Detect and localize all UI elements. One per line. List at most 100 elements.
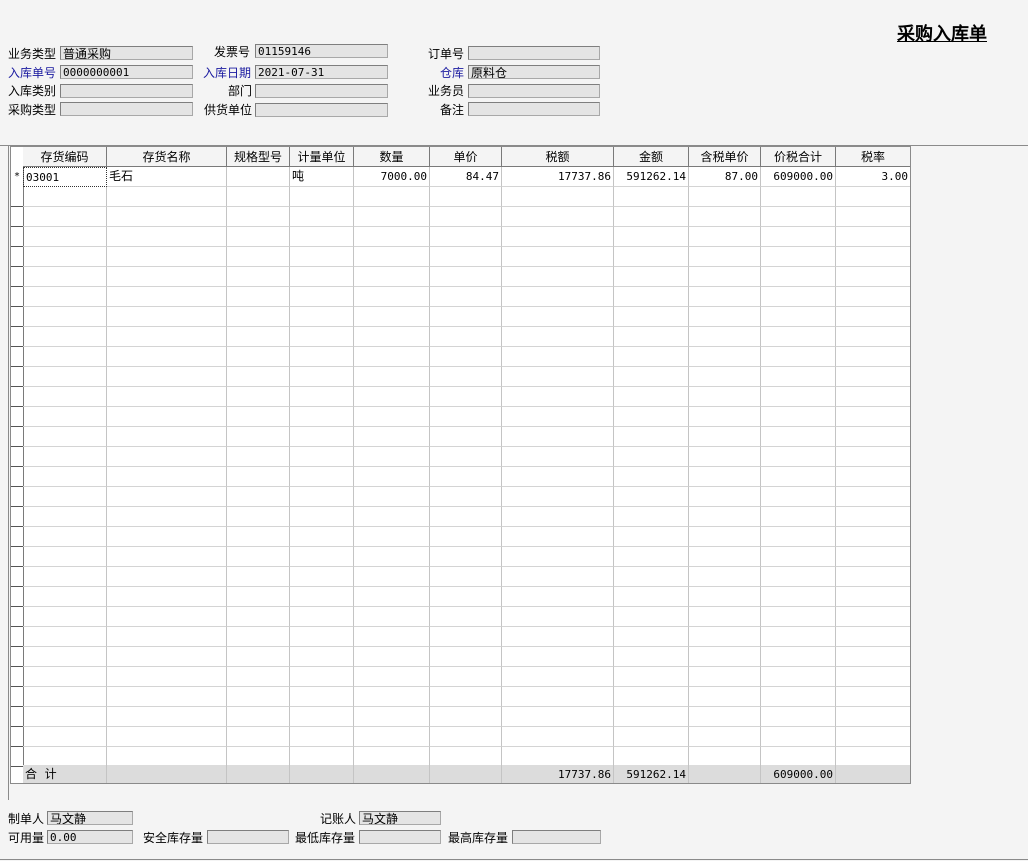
- empty-cell[interactable]: [836, 467, 910, 487]
- empty-cell[interactable]: [689, 347, 761, 367]
- empty-cell[interactable]: [23, 687, 107, 707]
- empty-cell[interactable]: [23, 647, 107, 667]
- empty-cell[interactable]: [502, 627, 614, 647]
- empty-cell[interactable]: [227, 467, 290, 487]
- empty-cell[interactable]: [430, 527, 502, 547]
- empty-row[interactable]: [23, 247, 910, 267]
- empty-cell[interactable]: [502, 607, 614, 627]
- empty-cell[interactable]: [430, 647, 502, 667]
- supplier-field[interactable]: [255, 103, 388, 117]
- empty-cell[interactable]: [836, 307, 910, 327]
- empty-cell[interactable]: [502, 587, 614, 607]
- empty-cell[interactable]: [430, 487, 502, 507]
- empty-cell[interactable]: [614, 707, 689, 727]
- empty-cell[interactable]: [430, 387, 502, 407]
- empty-row[interactable]: [23, 527, 910, 547]
- empty-cell[interactable]: [689, 307, 761, 327]
- empty-cell[interactable]: [430, 667, 502, 687]
- empty-cell[interactable]: [227, 547, 290, 567]
- col-header-total[interactable]: 价税合计: [761, 147, 836, 167]
- empty-cell[interactable]: [23, 247, 107, 267]
- empty-cell[interactable]: [354, 487, 430, 507]
- empty-cell[interactable]: [689, 567, 761, 587]
- empty-cell[interactable]: [290, 567, 354, 587]
- empty-cell[interactable]: [354, 247, 430, 267]
- empty-cell[interactable]: [836, 667, 910, 687]
- empty-cell[interactable]: [354, 387, 430, 407]
- empty-cell[interactable]: [761, 547, 836, 567]
- empty-cell[interactable]: [227, 207, 290, 227]
- empty-cell[interactable]: [761, 747, 836, 767]
- empty-cell[interactable]: [761, 507, 836, 527]
- empty-row[interactable]: [23, 347, 910, 367]
- empty-cell[interactable]: [23, 707, 107, 727]
- empty-cell[interactable]: [761, 407, 836, 427]
- empty-cell[interactable]: [430, 267, 502, 287]
- empty-row[interactable]: [23, 547, 910, 567]
- empty-cell[interactable]: [290, 267, 354, 287]
- empty-cell[interactable]: [430, 547, 502, 567]
- empty-cell[interactable]: [761, 327, 836, 347]
- empty-cell[interactable]: [227, 427, 290, 447]
- empty-cell[interactable]: [107, 387, 227, 407]
- empty-cell[interactable]: [107, 567, 227, 587]
- empty-cell[interactable]: [836, 587, 910, 607]
- empty-cell[interactable]: [430, 507, 502, 527]
- empty-cell[interactable]: [836, 527, 910, 547]
- empty-cell[interactable]: [23, 447, 107, 467]
- empty-cell[interactable]: [502, 707, 614, 727]
- empty-cell[interactable]: [290, 287, 354, 307]
- empty-cell[interactable]: [689, 587, 761, 607]
- empty-cell[interactable]: [227, 247, 290, 267]
- empty-cell[interactable]: [290, 707, 354, 727]
- empty-row[interactable]: [23, 327, 910, 347]
- empty-cell[interactable]: [23, 607, 107, 627]
- empty-cell[interactable]: [689, 647, 761, 667]
- empty-cell[interactable]: [227, 707, 290, 727]
- empty-cell[interactable]: [354, 267, 430, 287]
- empty-cell[interactable]: [290, 227, 354, 247]
- empty-row[interactable]: [23, 507, 910, 527]
- empty-cell[interactable]: [430, 567, 502, 587]
- empty-cell[interactable]: [689, 707, 761, 727]
- empty-cell[interactable]: [107, 467, 227, 487]
- empty-cell[interactable]: [227, 367, 290, 387]
- empty-cell[interactable]: [614, 227, 689, 247]
- empty-cell[interactable]: [761, 427, 836, 447]
- empty-cell[interactable]: [502, 307, 614, 327]
- empty-row[interactable]: [23, 407, 910, 427]
- max-stock-field[interactable]: [512, 830, 601, 844]
- empty-cell[interactable]: [354, 727, 430, 747]
- empty-row[interactable]: [23, 267, 910, 287]
- empty-cell[interactable]: [107, 707, 227, 727]
- empty-cell[interactable]: [227, 667, 290, 687]
- empty-cell[interactable]: [23, 347, 107, 367]
- empty-cell[interactable]: [430, 307, 502, 327]
- empty-cell[interactable]: [761, 307, 836, 327]
- empty-cell[interactable]: [761, 467, 836, 487]
- min-stock-field[interactable]: [359, 830, 441, 844]
- empty-cell[interactable]: [107, 247, 227, 267]
- empty-cell[interactable]: [227, 347, 290, 367]
- empty-cell[interactable]: [836, 507, 910, 527]
- empty-cell[interactable]: [430, 207, 502, 227]
- empty-cell[interactable]: [502, 387, 614, 407]
- empty-cell[interactable]: [290, 667, 354, 687]
- empty-cell[interactable]: [614, 647, 689, 667]
- empty-cell[interactable]: [836, 227, 910, 247]
- empty-cell[interactable]: [836, 427, 910, 447]
- empty-cell[interactable]: [430, 227, 502, 247]
- empty-cell[interactable]: [23, 547, 107, 567]
- empty-cell[interactable]: [614, 367, 689, 387]
- empty-cell[interactable]: [836, 647, 910, 667]
- empty-row[interactable]: [23, 387, 910, 407]
- empty-cell[interactable]: [836, 607, 910, 627]
- empty-cell[interactable]: [290, 387, 354, 407]
- empty-cell[interactable]: [502, 267, 614, 287]
- empty-cell[interactable]: [836, 547, 910, 567]
- empty-cell[interactable]: [290, 367, 354, 387]
- empty-cell[interactable]: [836, 727, 910, 747]
- empty-cell[interactable]: [354, 527, 430, 547]
- empty-cell[interactable]: [761, 247, 836, 267]
- empty-cell[interactable]: [354, 207, 430, 227]
